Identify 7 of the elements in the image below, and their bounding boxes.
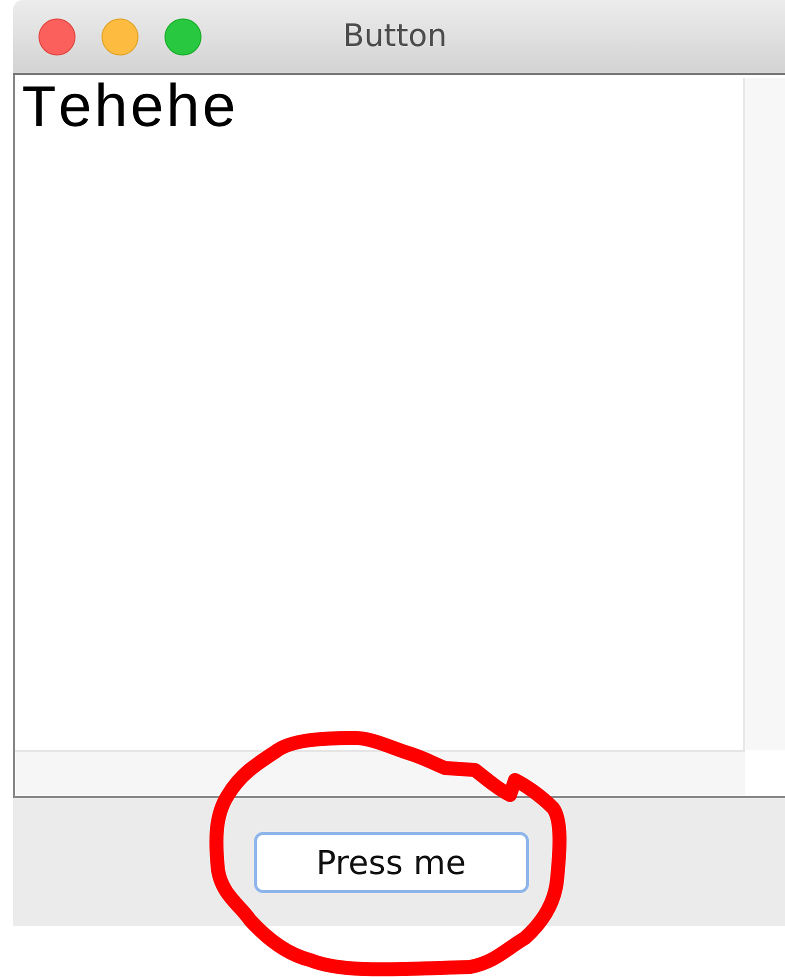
press-button[interactable]: Press me — [254, 832, 528, 892]
minimize-icon[interactable] — [101, 18, 139, 56]
close-icon[interactable] — [38, 18, 76, 56]
vertical-scrollbar[interactable] — [743, 78, 785, 750]
horizontal-scrollbar[interactable] — [15, 750, 745, 796]
window-title: Button — [343, 18, 447, 56]
maximize-icon[interactable] — [164, 18, 202, 56]
